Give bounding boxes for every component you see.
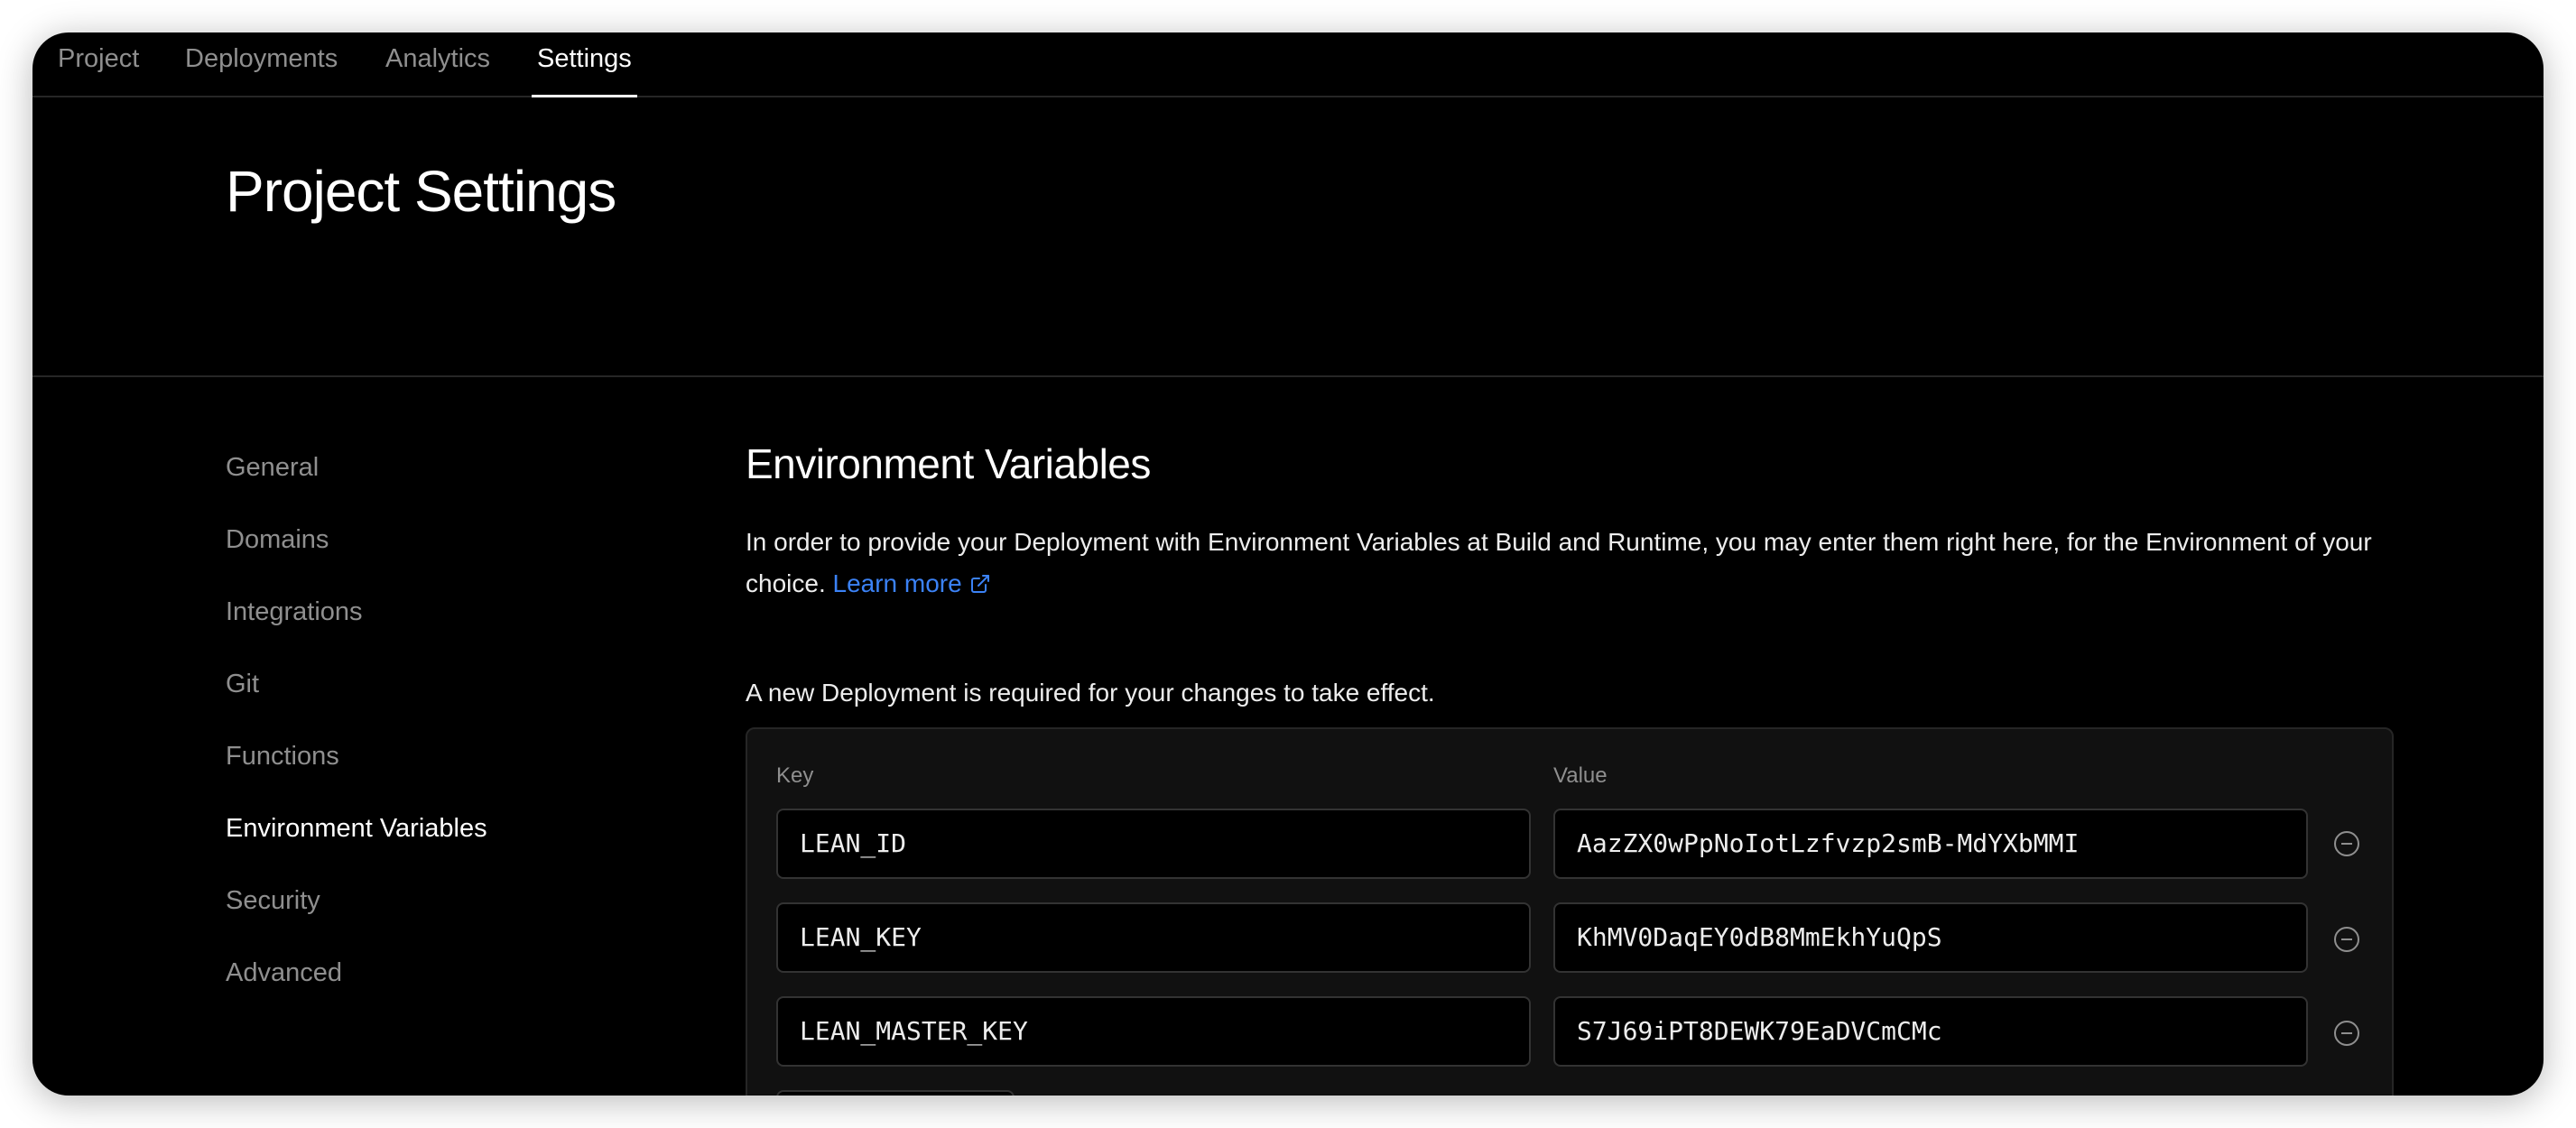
sidebar-item-advanced[interactable]: Advanced (226, 955, 342, 991)
sidebar-item-functions[interactable]: Functions (226, 738, 339, 774)
section-title: Environment Variables (746, 440, 1151, 487)
remove-circle-icon[interactable] (2333, 926, 2360, 953)
tab-label: Project (58, 44, 140, 73)
tab-label: Settings (537, 44, 632, 73)
tab-label: Deployments (185, 44, 338, 73)
env-value-input[interactable]: S7J69iPT8DEWK79EaDVCmCMc (1553, 996, 2308, 1067)
tab-analytics[interactable]: Analytics (385, 36, 490, 96)
value-column-label: Value (1553, 763, 1608, 788)
sidebar-item-domains[interactable]: Domains (226, 522, 329, 558)
remove-circle-icon[interactable] (2333, 830, 2360, 857)
learn-more-link[interactable]: Learn more (833, 569, 991, 597)
deployment-note: A new Deployment is required for your ch… (746, 679, 1435, 707)
app-window: Project Deployments Analytics Settings P… (32, 32, 2544, 1096)
sidebar-item-security[interactable]: Security (226, 883, 320, 919)
tab-deployments[interactable]: Deployments (185, 36, 338, 96)
remove-circle-icon[interactable] (2333, 1020, 2360, 1047)
learn-more-label: Learn more (832, 569, 962, 597)
sidebar-item-git[interactable]: Git (226, 666, 259, 702)
sidebar-item-integrations[interactable]: Integrations (226, 594, 363, 630)
tab-project[interactable]: Project (58, 36, 139, 96)
env-variables-panel: Key Value LEAN_ID AazZX0wPpNoIotLzfvzp2s… (746, 727, 2394, 1096)
external-link-icon (970, 575, 989, 593)
env-key-input[interactable]: LEAN_KEY (776, 902, 1531, 973)
env-value-input[interactable]: KhMV0DaqEY0dB8MmEkhYuQpS (1553, 902, 2308, 973)
key-column-label: Key (776, 763, 814, 788)
tab-label: Analytics (385, 44, 491, 73)
page-title: Project Settings (226, 159, 616, 224)
sidebar-item-environment-variables[interactable]: Environment Variables (226, 810, 487, 846)
sidebar-item-general[interactable]: General (226, 449, 319, 485)
section-description: In order to provide your Deployment with… (746, 522, 2415, 605)
page-header (32, 97, 2544, 377)
tab-settings[interactable]: Settings (532, 36, 637, 97)
env-key-input[interactable] (776, 1090, 1015, 1096)
env-key-input[interactable]: LEAN_ID (776, 809, 1531, 879)
env-value-input[interactable]: AazZX0wPpNoIotLzfvzp2smB-MdYXbMMI (1553, 809, 2308, 879)
env-key-input[interactable]: LEAN_MASTER_KEY (776, 996, 1531, 1067)
top-tabs: Project Deployments Analytics Settings (32, 32, 2544, 97)
